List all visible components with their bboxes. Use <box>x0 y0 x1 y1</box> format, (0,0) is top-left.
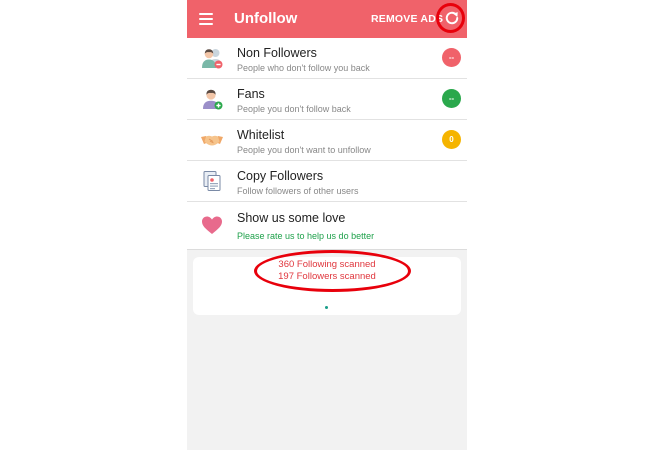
annotation-circle-refresh <box>436 3 465 33</box>
menu-item-subtitle: People you don't follow back <box>237 104 351 114</box>
scan-status-card: 360 Following scanned 197 Followers scan… <box>193 250 461 315</box>
menu-item-whitelist[interactable]: Whitelist People you don't want to unfol… <box>187 120 467 161</box>
menu-item-copy-followers[interactable]: Copy Followers Follow followers of other… <box>187 161 467 202</box>
app-title: Unfollow <box>234 10 298 27</box>
whitelist-count-badge: 0 <box>442 130 461 149</box>
menu-item-title: Copy Followers <box>237 169 324 183</box>
annotation-circle-scan <box>254 250 411 292</box>
menu-item-title: Non Followers <box>237 46 317 60</box>
remove-ads-button[interactable]: REMOVE ADS <box>371 13 443 25</box>
menu-item-title: Show us some love <box>237 211 346 225</box>
phone-screen: Unfollow REMOVE ADS Non Followers People… <box>187 0 467 450</box>
menu-item-title: Whitelist <box>237 128 285 142</box>
menu-item-title: Fans <box>237 87 265 101</box>
menu-item-fans[interactable]: Fans People you don't follow back -- <box>187 79 467 120</box>
non-followers-icon <box>202 49 223 69</box>
fans-icon <box>203 89 223 110</box>
handshake-icon <box>201 135 223 146</box>
menu-item-non-followers[interactable]: Non Followers People who don't follow yo… <box>187 38 467 79</box>
menu-icon[interactable] <box>199 13 213 25</box>
menu-item-subtitle: Please rate us to help us do better <box>237 231 375 241</box>
loading-indicator <box>325 306 328 309</box>
menu-item-show-love[interactable]: Show us some love Please rate us to help… <box>187 202 467 250</box>
menu-item-subtitle: Follow followers of other users <box>237 186 359 196</box>
copy-followers-icon <box>203 171 221 191</box>
menu-item-subtitle: People who don't follow you back <box>237 63 370 73</box>
fans-count-badge: -- <box>442 89 461 108</box>
menu-list: Non Followers People who don't follow yo… <box>187 38 467 250</box>
menu-item-subtitle: People you don't want to unfollow <box>237 145 371 155</box>
app-bar: Unfollow REMOVE ADS <box>187 0 467 38</box>
heart-icon <box>202 216 222 234</box>
non-followers-count-badge: -- <box>442 48 461 67</box>
